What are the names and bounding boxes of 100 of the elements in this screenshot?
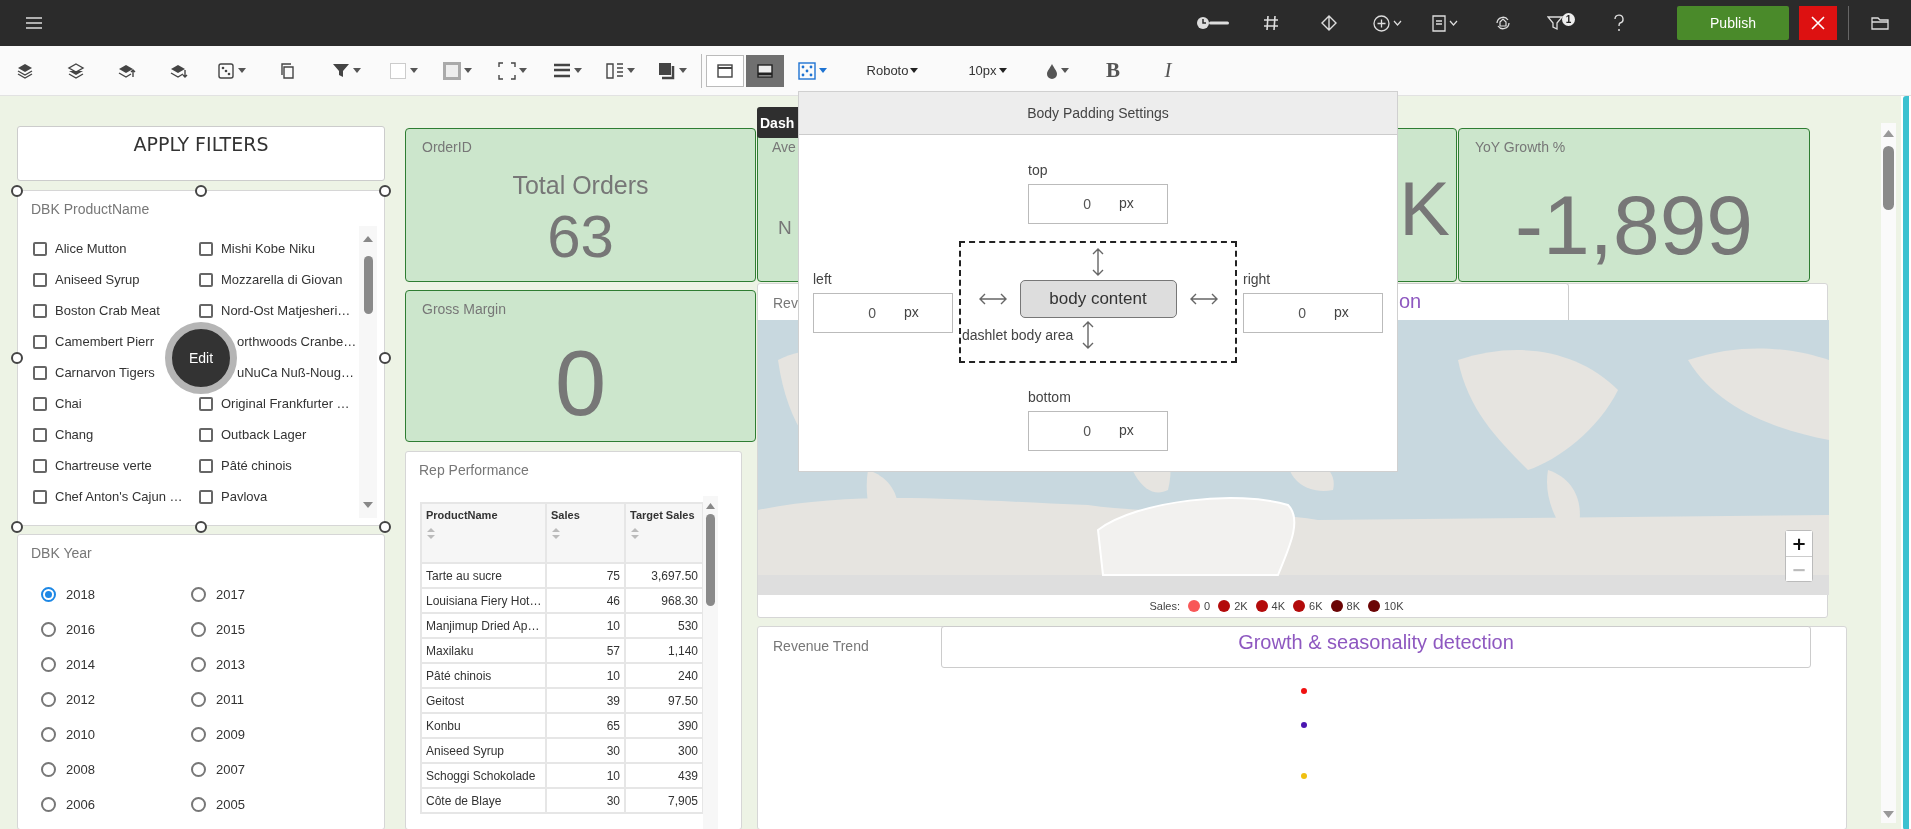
caret-icon[interactable] — [238, 68, 246, 73]
checkbox[interactable] — [33, 241, 47, 256]
radio-button[interactable] — [191, 797, 206, 812]
radio-button[interactable] — [41, 727, 56, 742]
caret-icon[interactable] — [1061, 68, 1069, 73]
resize-handle[interactable] — [379, 521, 391, 533]
checkbox[interactable] — [33, 303, 47, 318]
radio-button[interactable] — [191, 622, 206, 637]
shadow-icon[interactable] — [658, 61, 676, 80]
resize-handle[interactable] — [195, 185, 207, 197]
layout-button[interactable] — [706, 54, 744, 87]
resize-handle[interactable] — [11, 185, 23, 197]
caret-icon[interactable] — [464, 68, 472, 73]
checkbox[interactable] — [33, 458, 47, 473]
checkbox[interactable] — [199, 396, 213, 411]
checkbox[interactable] — [33, 365, 47, 380]
caret-icon[interactable] — [1392, 20, 1402, 26]
apply-filters-button[interactable]: APPLY FILTERS — [17, 126, 385, 181]
help-icon[interactable] — [1613, 14, 1625, 32]
filter-icon[interactable] — [332, 61, 350, 80]
table-cell: 10 — [546, 763, 625, 788]
checkbox[interactable] — [33, 272, 47, 287]
checkbox[interactable] — [199, 303, 213, 318]
dice-icon[interactable] — [217, 61, 235, 80]
radio-button[interactable] — [41, 622, 56, 637]
layout-button[interactable] — [746, 54, 784, 87]
column-header[interactable]: Target Sales — [625, 503, 703, 563]
caret-icon[interactable] — [1449, 20, 1458, 26]
resize-handle[interactable] — [379, 185, 391, 197]
color-swatch-icon[interactable] — [388, 61, 407, 80]
resize-handle[interactable] — [11, 521, 23, 533]
publish-button[interactable]: Publish — [1677, 6, 1789, 40]
checkbox[interactable] — [33, 489, 47, 504]
checkbox[interactable] — [33, 427, 47, 442]
table-cell: 10 — [546, 613, 625, 638]
column-header[interactable]: Sales — [546, 503, 625, 563]
add-icon[interactable] — [1372, 14, 1390, 32]
radio-button[interactable] — [41, 657, 56, 672]
caret-icon[interactable] — [627, 68, 635, 73]
field-label: right — [1243, 271, 1272, 289]
columns-icon[interactable] — [606, 61, 624, 80]
checkbox[interactable] — [199, 272, 213, 287]
menu-icon[interactable] — [26, 17, 42, 29]
bold-button[interactable]: B — [1102, 58, 1124, 83]
checkbox-label: Pavlova — [221, 489, 268, 504]
color-swatch-icon[interactable] — [443, 61, 461, 80]
scrollbar[interactable] — [359, 226, 377, 518]
italic-button[interactable]: I — [1160, 58, 1176, 83]
caret-icon[interactable] — [519, 68, 527, 73]
document-icon[interactable] — [1432, 14, 1446, 32]
line-weight-icon[interactable] — [552, 61, 571, 80]
font-size-dropdown[interactable]: 10px — [968, 63, 1007, 78]
hash-icon[interactable] — [1263, 15, 1279, 31]
checkbox-label: Chartreuse verte — [55, 458, 152, 473]
data-point — [1301, 688, 1307, 694]
sync-icon[interactable] — [1494, 14, 1512, 32]
folder-icon[interactable] — [1871, 16, 1889, 30]
droplet-icon[interactable] — [1046, 62, 1058, 79]
layers-icon[interactable] — [66, 61, 85, 80]
grid-icon[interactable] — [798, 61, 816, 80]
radio-button[interactable] — [41, 692, 56, 707]
checkbox[interactable] — [199, 489, 213, 504]
caret-icon[interactable] — [679, 68, 687, 73]
table-cell: 10 — [546, 663, 625, 688]
horizontal-arrow-icon — [1188, 293, 1219, 305]
radio-button[interactable] — [191, 727, 206, 742]
radio-button[interactable] — [41, 797, 56, 812]
radio-button[interactable] — [41, 762, 56, 777]
scrollbar[interactable] — [703, 496, 718, 829]
font-dropdown[interactable]: Roboto — [866, 63, 919, 78]
diamond-icon[interactable] — [1321, 15, 1337, 31]
radio-button[interactable] — [191, 762, 206, 777]
checkbox[interactable] — [33, 396, 47, 411]
layers-icon[interactable] — [16, 61, 34, 80]
radio-label: 2017 — [216, 587, 245, 602]
checkbox[interactable] — [199, 458, 213, 473]
radio-button[interactable] — [191, 657, 206, 672]
filter-icon[interactable] — [1546, 15, 1563, 31]
column-header[interactable]: ProductName — [421, 503, 546, 563]
checkbox[interactable] — [199, 427, 213, 442]
body-content-button[interactable]: body content — [1019, 280, 1177, 318]
copy-icon[interactable] — [278, 61, 297, 80]
frame-icon[interactable] — [498, 61, 516, 80]
clock-toggle-icon[interactable] — [1196, 15, 1230, 31]
checkbox-label: orthwoods Cranbe… — [237, 334, 357, 349]
caret-icon[interactable] — [910, 68, 919, 73]
radio-button[interactable] — [41, 587, 56, 602]
checkbox[interactable] — [199, 241, 213, 256]
checkbox[interactable] — [33, 334, 47, 349]
resize-handle[interactable] — [11, 352, 23, 364]
scrollbar[interactable] — [1880, 123, 1896, 823]
radio-button[interactable] — [191, 587, 206, 602]
caret-icon[interactable] — [409, 68, 418, 73]
caret-icon[interactable] — [573, 68, 582, 73]
close-button[interactable] — [1799, 6, 1837, 40]
radio-button[interactable] — [191, 692, 206, 707]
caret-icon[interactable] — [353, 68, 361, 73]
checkbox-label: Mozzarella di Giovan — [221, 272, 343, 287]
caret-icon[interactable] — [998, 68, 1007, 73]
radio-label: 2018 — [66, 587, 95, 602]
